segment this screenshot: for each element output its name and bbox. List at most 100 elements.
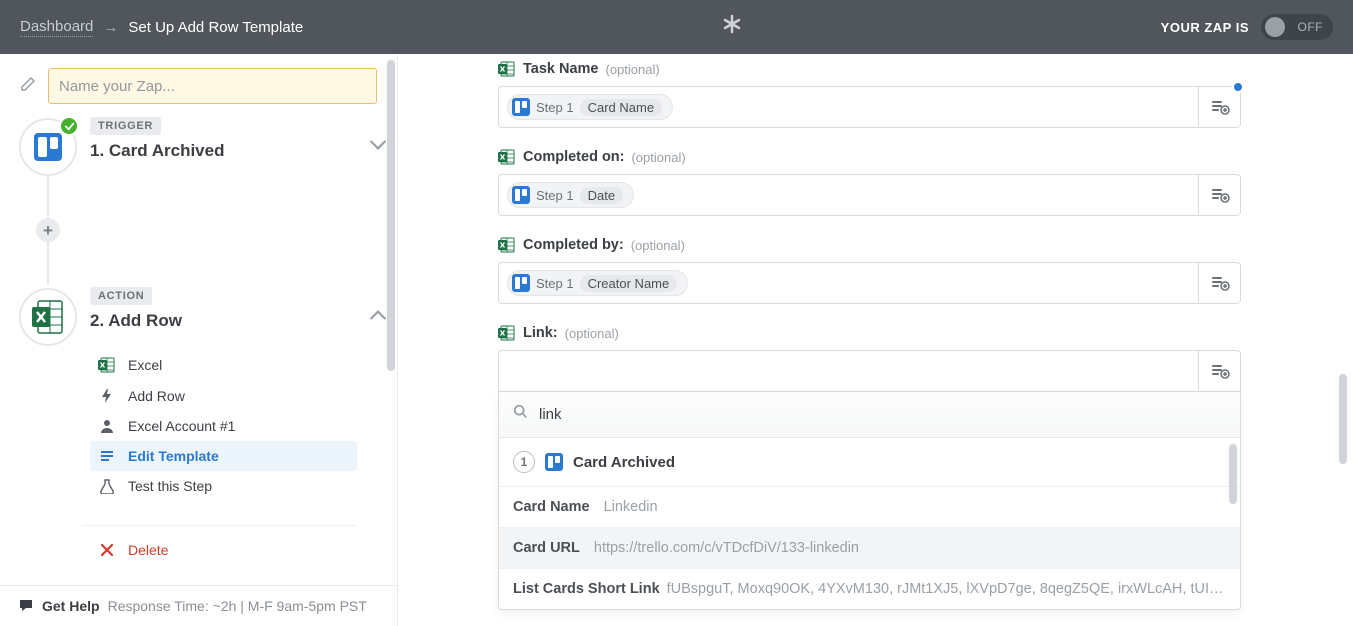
pencil-icon xyxy=(20,76,36,97)
insert-field-button[interactable] xyxy=(1198,87,1240,127)
dropdown-scrollbar[interactable] xyxy=(1229,444,1237,504)
excel-mini-icon xyxy=(498,324,516,342)
trello-mini-icon xyxy=(512,186,530,204)
field-completed-by: Completed by: (optional) Step 1 Creator … xyxy=(498,236,1241,304)
trello-mini-icon xyxy=(512,98,530,116)
chat-icon xyxy=(18,597,34,616)
option-key: Card URL xyxy=(513,540,580,556)
trello-mini-icon xyxy=(512,274,530,292)
substep-edit-template[interactable]: Edit Template xyxy=(90,441,357,471)
task-name-token[interactable]: Step 1 Card Name xyxy=(507,94,673,120)
search-icon xyxy=(513,404,529,425)
check-icon xyxy=(59,116,79,136)
link-label: Link: xyxy=(523,325,558,341)
option-value: https://trello.com/c/vTDcfDiV/133-linked… xyxy=(594,540,859,556)
dropdown-option[interactable]: Card URL https://trello.com/c/vTDcfDiV/1… xyxy=(499,528,1240,569)
token-step: Step 1 xyxy=(536,100,574,115)
help-bar: Get Help Response Time: ~2h | M-F 9am-5p… xyxy=(0,585,397,626)
substep-app-label: Excel xyxy=(128,357,162,373)
completed-by-input[interactable]: Step 1 Creator Name xyxy=(498,262,1241,304)
optional-label: (optional) xyxy=(606,62,660,77)
excel-icon xyxy=(30,299,66,335)
optional-label: (optional) xyxy=(631,238,685,253)
substep-account-label: Excel Account #1 xyxy=(128,418,235,434)
zap-enable-toggle[interactable]: OFF xyxy=(1261,14,1333,40)
substep-action-label: Add Row xyxy=(128,388,185,404)
x-icon xyxy=(98,542,116,558)
zap-name-placeholder: Name your Zap... xyxy=(59,78,175,95)
completed-on-token[interactable]: Step 1 Date xyxy=(507,182,634,208)
substep-action[interactable]: Add Row xyxy=(90,381,357,411)
substep-account[interactable]: Excel Account #1 xyxy=(90,411,357,441)
field-picker-dropdown: 1 Card Archived Card Name Linkedin Card … xyxy=(498,392,1241,610)
substep-delete[interactable]: Delete xyxy=(82,525,357,565)
substep-test-label: Test this Step xyxy=(128,478,212,494)
user-icon xyxy=(98,418,116,434)
dropdown-search-input[interactable] xyxy=(539,406,1226,423)
field-completed-on: Completed on: (optional) Step 1 Date xyxy=(498,148,1241,216)
insert-field-button[interactable] xyxy=(1198,175,1240,215)
excel-mini-icon xyxy=(498,60,516,78)
trello-icon xyxy=(34,133,62,161)
help-hours: Response Time: ~2h | M-F 9am-5pm PST xyxy=(108,598,367,614)
task-name-input[interactable]: Step 1 Card Name xyxy=(498,86,1241,128)
toggle-knob xyxy=(1265,17,1285,37)
dropdown-search-row xyxy=(499,392,1240,438)
dropdown-option[interactable]: Card Name Linkedin xyxy=(499,487,1240,528)
main-panel: Task Name (optional) Step 1 Card Name xyxy=(398,54,1353,626)
insert-field-button[interactable] xyxy=(1198,263,1240,303)
link-input[interactable] xyxy=(498,350,1241,392)
completed-by-token[interactable]: Step 1 Creator Name xyxy=(507,270,688,296)
token-step: Step 1 xyxy=(536,276,574,291)
option-key: Card Name xyxy=(513,499,590,515)
zapier-logo-icon xyxy=(722,14,742,40)
token-value: Creator Name xyxy=(580,275,678,292)
sidebar-scrollbar[interactable] xyxy=(387,60,395,579)
task-name-label: Task Name xyxy=(523,61,599,77)
excel-mini-icon xyxy=(498,236,516,254)
insert-field-button[interactable] xyxy=(1198,351,1240,391)
new-indicator-dot xyxy=(1232,81,1244,93)
token-value: Date xyxy=(580,187,623,204)
chevron-down-icon[interactable] xyxy=(369,136,387,154)
dropdown-source-title: Card Archived xyxy=(573,454,675,471)
breadcrumb-arrow-icon: → xyxy=(103,19,118,36)
toggle-off-label: OFF xyxy=(1298,20,1324,34)
substep-edit-label: Edit Template xyxy=(128,448,219,464)
main-scrollbar[interactable] xyxy=(1339,374,1347,464)
optional-label: (optional) xyxy=(565,326,619,341)
action-tag: ACTION xyxy=(90,287,152,305)
substep-app[interactable]: Excel xyxy=(90,349,357,381)
field-link: Link: (optional) xyxy=(498,324,1241,392)
completed-on-input[interactable]: Step 1 Date xyxy=(498,174,1241,216)
flask-icon xyxy=(98,478,116,494)
substep-test[interactable]: Test this Step xyxy=(90,471,357,501)
zap-name-input[interactable]: Name your Zap... xyxy=(48,68,377,104)
option-key: List Cards Short Link xyxy=(513,581,653,597)
step-number-badge: 1 xyxy=(513,451,535,473)
optional-label: (optional) xyxy=(632,150,686,165)
excel-mini-icon xyxy=(98,356,116,374)
trello-mini-icon xyxy=(545,453,563,471)
trigger-title: 1. Card Archived xyxy=(90,141,357,161)
bolt-icon xyxy=(98,388,116,404)
completed-on-label: Completed on: xyxy=(523,149,625,165)
sidebar: Name your Zap... + xyxy=(0,54,398,626)
add-step-button[interactable]: + xyxy=(36,218,60,242)
dashboard-link[interactable]: Dashboard xyxy=(20,18,93,37)
action-node[interactable] xyxy=(19,288,77,346)
connector-line xyxy=(47,176,49,218)
chevron-up-icon[interactable] xyxy=(369,306,387,324)
page-title: Set Up Add Row Template xyxy=(128,19,303,36)
connector-line xyxy=(47,242,49,284)
get-help-link[interactable]: Get Help xyxy=(42,598,100,614)
substep-delete-label: Delete xyxy=(128,542,168,558)
dropdown-option[interactable]: List Cards Short Link fUBspguT, Moxq90OK… xyxy=(499,569,1240,609)
field-task-name: Task Name (optional) Step 1 Card Name xyxy=(498,60,1241,128)
excel-mini-icon xyxy=(498,148,516,166)
topbar: Dashboard → Set Up Add Row Template YOUR… xyxy=(0,0,1353,54)
your-zap-label: YOUR ZAP IS xyxy=(1161,20,1249,35)
dropdown-source-header: 1 Card Archived xyxy=(499,438,1240,487)
option-value: Linkedin xyxy=(604,499,658,515)
trigger-node[interactable] xyxy=(19,118,77,176)
